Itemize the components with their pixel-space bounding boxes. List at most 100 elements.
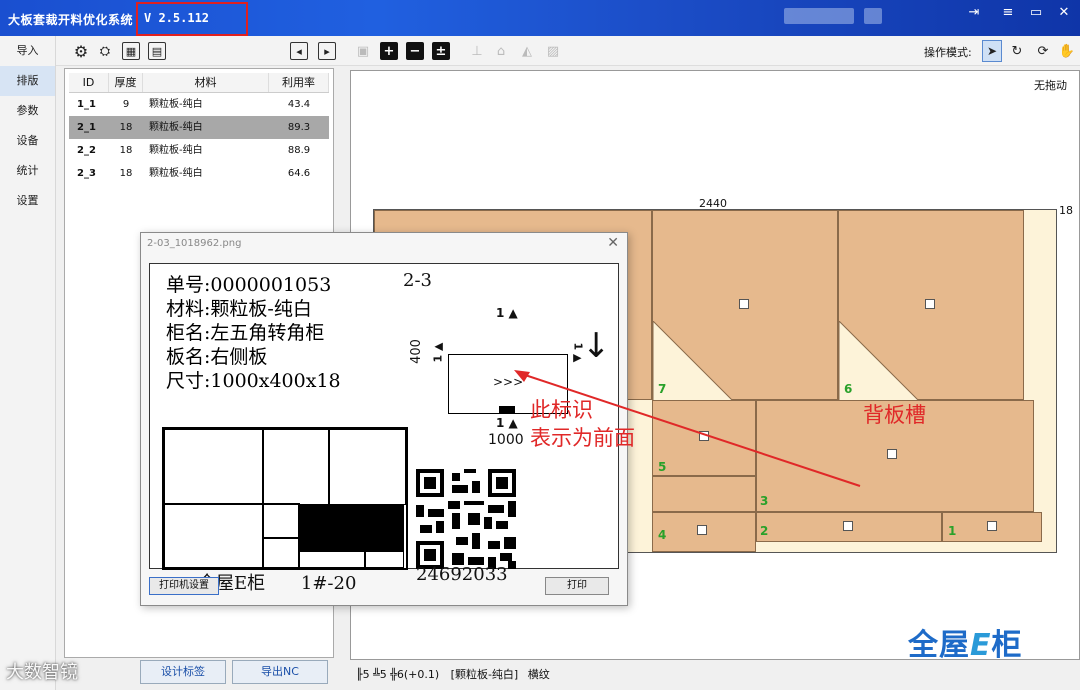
- menu-icon[interactable]: ≡: [996, 3, 1020, 23]
- save-icon[interactable]: ▣: [354, 42, 372, 60]
- trim-icon[interactable]: ⌂: [492, 42, 510, 60]
- edge-mark-top: 1 ▲: [496, 306, 518, 320]
- label-order-number: 单号:0000001053: [166, 274, 332, 296]
- panel-label-icon: [925, 299, 935, 309]
- label-cabinet-name: 柜名:左五角转角柜: [166, 322, 325, 344]
- qr-code-number: 24692033: [416, 564, 508, 585]
- piece-number: 4: [658, 528, 667, 542]
- piece-number: 6: [844, 382, 853, 396]
- watermark: 大数智镜: [6, 662, 78, 683]
- direction-down-arrow: ↓: [582, 326, 611, 366]
- restore-window-icon[interactable]: ▭: [1024, 3, 1048, 23]
- nav-settings[interactable]: 设置: [0, 186, 55, 216]
- qr-code: [416, 469, 516, 569]
- back-groove-annotation: 背板槽: [863, 403, 926, 427]
- logout-icon[interactable]: ⇥: [962, 3, 986, 23]
- status-material: [颗粒板-纯白]: [450, 668, 519, 681]
- col-id[interactable]: ID: [69, 73, 109, 92]
- nav-parameters[interactable]: 参数: [0, 96, 55, 126]
- rotate-icon[interactable]: ↻: [1008, 42, 1026, 60]
- front-mark-annotation: 此标识 表示为前面: [530, 398, 635, 450]
- prev-board-icon[interactable]: ◂: [290, 42, 308, 60]
- panel-label-icon: [739, 299, 749, 309]
- drag-mode-label: 无拖动: [1034, 79, 1067, 92]
- next-board-icon[interactable]: ▸: [318, 42, 336, 60]
- pan-hand-icon[interactable]: ✋: [1058, 42, 1076, 60]
- export-image-icon[interactable]: ▨: [544, 42, 562, 60]
- panel-label-icon: [887, 449, 897, 459]
- panel-piece[interactable]: [942, 512, 1042, 542]
- dialog-title: 2-03_1018962.png: [147, 238, 242, 249]
- label-material: 材料:颗粒板-纯白: [166, 298, 312, 320]
- remove-board-icon[interactable]: −: [406, 42, 424, 60]
- dimension-height: 400: [408, 339, 424, 364]
- board-table: ID 厚度 材料 利用率 1_1 9 颗粒板-纯白 43.4 2_1 18 颗粒…: [69, 73, 329, 185]
- nav-layout[interactable]: 排版: [0, 66, 55, 96]
- dimension-width: 1000: [488, 432, 524, 448]
- status-part-c: ╬6(+0.1): [390, 668, 440, 681]
- table-row[interactable]: 2_3 18 颗粒板-纯白 64.6: [69, 162, 329, 185]
- status-grain: 横纹: [527, 668, 550, 681]
- export-nc-button[interactable]: 导出NC: [232, 660, 328, 684]
- refresh-icon[interactable]: ⟳: [1034, 42, 1052, 60]
- panel-piece[interactable]: [652, 476, 756, 512]
- blurred-user-info: [784, 8, 854, 24]
- design-label-button[interactable]: 设计标签: [140, 660, 226, 684]
- panel-label-icon: [987, 521, 997, 531]
- pointer-icon[interactable]: ➤: [983, 42, 1001, 60]
- table-row[interactable]: 2_2 18 颗粒板-纯白 88.9: [69, 139, 329, 162]
- edge-mark-bottom: 1 ▲: [496, 416, 518, 430]
- tools-icon[interactable]: ⛭: [96, 42, 114, 60]
- app-version: V 2.5.112: [144, 11, 210, 25]
- label-panel-name: 板名:右侧板: [166, 346, 268, 368]
- left-navigation: 导入 排版 参数 设备 统计 设置: [0, 36, 56, 690]
- table-row[interactable]: 1_1 9 颗粒板-纯白 43.4: [69, 93, 329, 116]
- panel-label-icon: [697, 525, 707, 535]
- piece-number: 1: [948, 524, 957, 538]
- table-header: ID 厚度 材料 利用率: [69, 73, 329, 93]
- label-preview-icon[interactable]: ▤: [148, 42, 166, 60]
- edge-mark-left: 1 ▲: [431, 342, 445, 363]
- optimize-icon[interactable]: ◭: [518, 42, 536, 60]
- image-icon[interactable]: ▦: [122, 42, 140, 60]
- add-panel-icon[interactable]: ±: [432, 42, 450, 60]
- panel-piece[interactable]: [756, 512, 942, 542]
- blurred-user-info: [864, 8, 882, 24]
- label-cabinet-number: 1#-20: [300, 573, 357, 594]
- print-button[interactable]: 打印: [545, 577, 609, 595]
- brand-logo: 全屋E柜: [908, 628, 1023, 663]
- panel-piece[interactable]: [652, 512, 756, 552]
- table-row-selected[interactable]: 2_1 18 颗粒板-纯白 89.3: [69, 116, 329, 139]
- align-icon[interactable]: ⊥: [468, 42, 486, 60]
- panel-piece[interactable]: [838, 210, 1024, 401]
- piece-number: 7: [658, 382, 667, 396]
- board-height-dimension: 18: [1059, 204, 1073, 217]
- main-toolbar: ⚙ ⛭ ▦ ▤ ◂ ▸ ▣ + − ± ⊥ ⌂ ◭ ▨ 操作模式: ➤ ↻ ⟳ …: [56, 36, 1080, 66]
- label-footer: 全屋E柜 1#-20: [198, 569, 356, 595]
- nav-import[interactable]: 导入: [0, 36, 55, 66]
- operation-mode-label: 操作模式:: [924, 46, 972, 59]
- printer-settings-button[interactable]: 打印机设置: [149, 577, 219, 595]
- panel-piece[interactable]: [652, 400, 756, 476]
- gear-icon[interactable]: ⚙: [72, 42, 90, 61]
- piece-number: 2: [760, 524, 769, 538]
- add-board-icon[interactable]: +: [380, 42, 398, 60]
- piece-number: 5: [658, 460, 667, 474]
- nav-statistics[interactable]: 统计: [0, 156, 55, 186]
- panel-label-icon: [843, 521, 853, 531]
- col-thickness[interactable]: 厚度: [109, 73, 143, 92]
- app-title: 大板套裁开料优化系统: [8, 13, 134, 27]
- cabinet-thumbnail: [162, 427, 408, 570]
- nav-equipment[interactable]: 设备: [0, 126, 55, 156]
- status-part-a: ╟5: [356, 668, 370, 681]
- col-material[interactable]: 材料: [143, 73, 269, 92]
- close-window-icon[interactable]: ✕: [1052, 3, 1076, 23]
- close-icon[interactable]: ✕: [607, 235, 619, 251]
- col-utilization[interactable]: 利用率: [269, 73, 329, 92]
- panel-label-icon: [699, 431, 709, 441]
- title-bar: 大板套裁开料优化系统 V 2.5.112 ⇥ ≡ ▭ ✕: [0, 0, 1080, 36]
- front-side-marker: [499, 406, 515, 414]
- status-bar: ╟5 ╩5 ╬6(+0.1) [颗粒板-纯白] 横纹: [356, 666, 550, 682]
- panel-piece[interactable]: [652, 210, 838, 401]
- piece-number: 3: [760, 494, 769, 508]
